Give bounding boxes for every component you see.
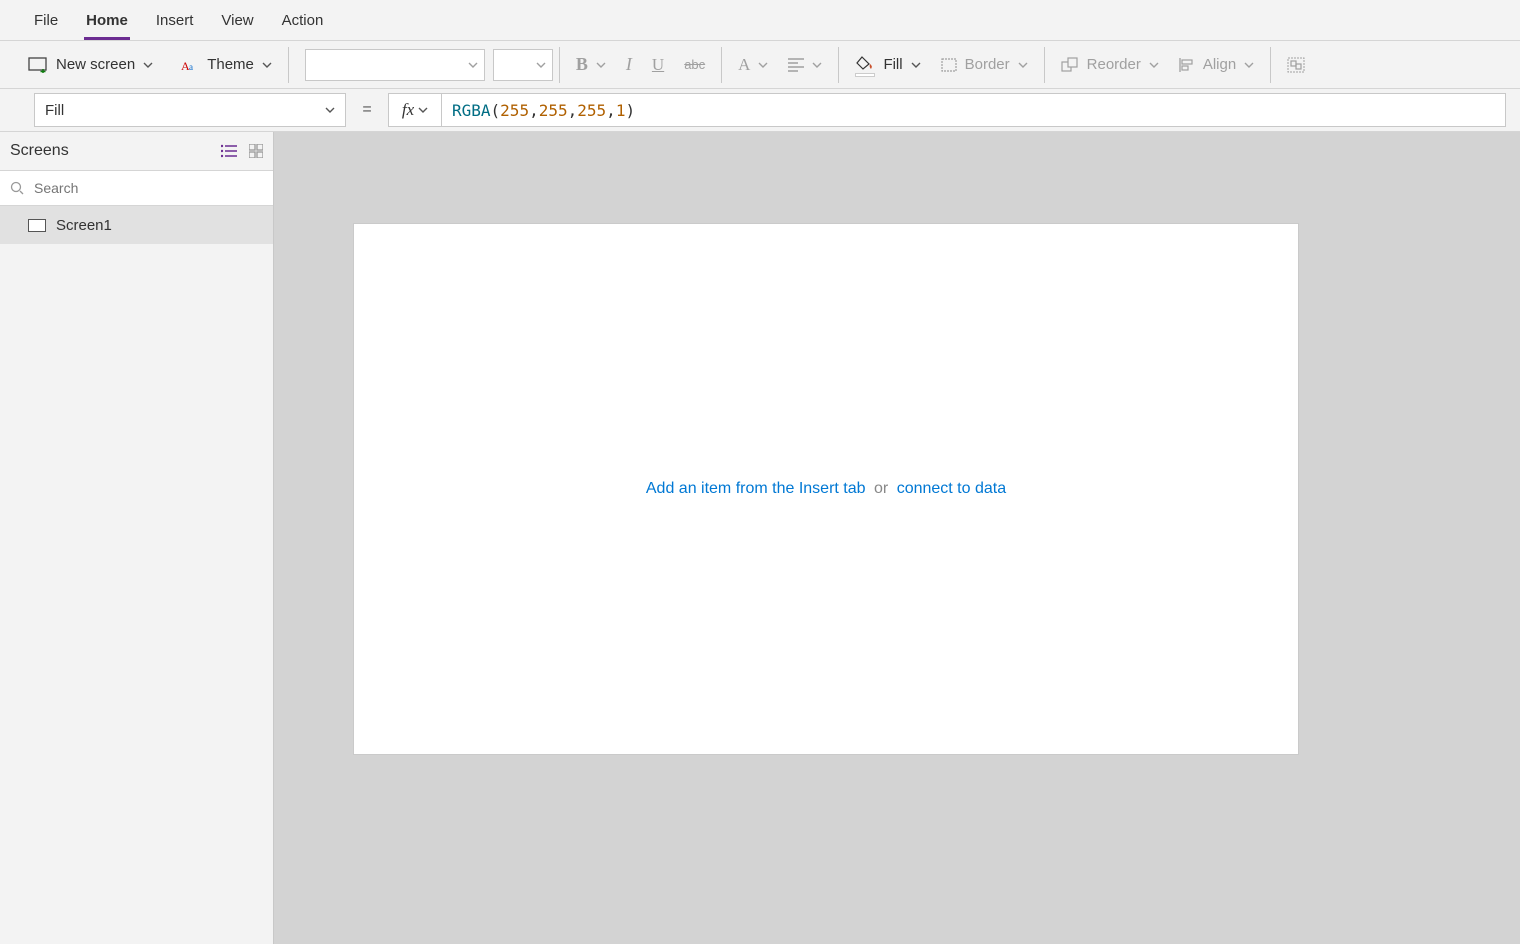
ribbon-separator	[1270, 47, 1271, 83]
chevron-down-icon	[325, 105, 335, 115]
align-button[interactable]: Align	[1169, 45, 1264, 85]
align-left-icon	[788, 58, 804, 72]
tree-list-view-icon[interactable]	[221, 144, 237, 158]
menu-view[interactable]: View	[207, 0, 267, 40]
ribbon-separator	[721, 47, 722, 83]
reorder-icon	[1061, 57, 1079, 73]
new-screen-icon	[28, 57, 48, 73]
menu-action[interactable]: Action	[268, 0, 338, 40]
reorder-button[interactable]: Reorder	[1051, 45, 1169, 85]
fill-button[interactable]: Fill	[845, 45, 930, 85]
canvas-area: Add an item from the Insert tab or conne…	[274, 132, 1520, 944]
underline-button[interactable]: U	[642, 45, 674, 85]
reorder-label: Reorder	[1087, 56, 1141, 73]
chevron-down-icon	[143, 60, 153, 70]
chevron-down-icon	[536, 60, 546, 70]
connect-data-link[interactable]: connect to data	[897, 480, 1006, 497]
new-screen-label: New screen	[56, 56, 135, 73]
theme-icon: A a	[181, 57, 199, 73]
ribbon: New screen A a Theme B I U abc A	[0, 41, 1520, 89]
bold-icon: B	[576, 54, 588, 75]
screen-icon	[28, 219, 46, 232]
chevron-down-icon	[812, 60, 822, 70]
font-color-icon: A	[738, 55, 750, 75]
tree-thumb-view-icon[interactable]	[249, 144, 263, 158]
chevron-down-icon	[911, 60, 921, 70]
border-button[interactable]: Border	[931, 45, 1038, 85]
canvas-empty-message: Add an item from the Insert tab or conne…	[646, 480, 1006, 498]
menu-bar: File Home Insert View Action	[0, 0, 1520, 41]
bold-button[interactable]: B	[566, 45, 616, 85]
menu-home[interactable]: Home	[72, 0, 142, 40]
group-button[interactable]	[1277, 45, 1315, 85]
property-label: Fill	[45, 102, 64, 119]
new-screen-button[interactable]: New screen	[18, 45, 163, 85]
tree-search-input[interactable]	[32, 179, 263, 197]
main-area: Screens	[0, 132, 1520, 944]
strikethrough-icon: abc	[684, 57, 705, 72]
font-size-select[interactable]	[493, 49, 553, 81]
fill-bucket-icon	[855, 55, 875, 75]
chevron-down-icon	[758, 60, 768, 70]
formula-bar: Fill = fx RGBA(255, 255, 255, 1)	[0, 89, 1520, 132]
font-family-select[interactable]	[305, 49, 485, 81]
svg-text:a: a	[189, 62, 193, 72]
chevron-down-icon	[1018, 60, 1028, 70]
canvas-or: or	[874, 480, 888, 497]
chevron-down-icon	[1149, 60, 1159, 70]
chevron-down-icon	[468, 60, 478, 70]
align-objects-icon	[1179, 57, 1195, 73]
chevron-down-icon	[262, 60, 272, 70]
text-align-button[interactable]	[778, 45, 832, 85]
chevron-down-icon	[596, 60, 606, 70]
tree-title: Screens	[10, 142, 69, 160]
tree-header: Screens	[0, 132, 273, 170]
property-select[interactable]: Fill	[34, 93, 346, 127]
fx-button[interactable]: fx	[388, 93, 442, 127]
tree-item-label: Screen1	[56, 217, 112, 234]
font-color-button[interactable]: A	[728, 45, 778, 85]
tree-panel: Screens	[0, 132, 274, 944]
underline-icon: U	[652, 55, 664, 75]
fill-label: Fill	[883, 56, 902, 73]
formula-token-fn: RGBA	[452, 101, 491, 120]
ribbon-separator	[838, 47, 839, 83]
menu-file[interactable]: File	[20, 0, 72, 40]
chevron-down-icon	[1244, 60, 1254, 70]
theme-label: Theme	[207, 56, 254, 73]
border-icon	[941, 58, 957, 72]
strikethrough-button[interactable]: abc	[674, 45, 715, 85]
ribbon-separator	[1044, 47, 1045, 83]
tree-search[interactable]	[0, 170, 273, 206]
formula-input[interactable]: RGBA(255, 255, 255, 1)	[442, 93, 1506, 127]
italic-icon: I	[626, 54, 632, 75]
tree-item-screen1[interactable]: Screen1	[0, 206, 273, 244]
group-icon	[1287, 57, 1305, 73]
menu-insert[interactable]: Insert	[142, 0, 208, 40]
ribbon-separator	[559, 47, 560, 83]
equals-label: =	[356, 101, 378, 119]
ribbon-separator	[288, 47, 289, 83]
theme-button[interactable]: A a Theme	[171, 45, 282, 85]
fx-label: fx	[402, 100, 414, 120]
chevron-down-icon	[418, 105, 428, 115]
design-canvas[interactable]: Add an item from the Insert tab or conne…	[354, 224, 1298, 754]
search-icon	[10, 181, 24, 195]
align-label: Align	[1203, 56, 1236, 73]
italic-button[interactable]: I	[616, 45, 642, 85]
insert-tab-link[interactable]: Add an item from the Insert tab	[646, 480, 866, 497]
border-label: Border	[965, 56, 1010, 73]
